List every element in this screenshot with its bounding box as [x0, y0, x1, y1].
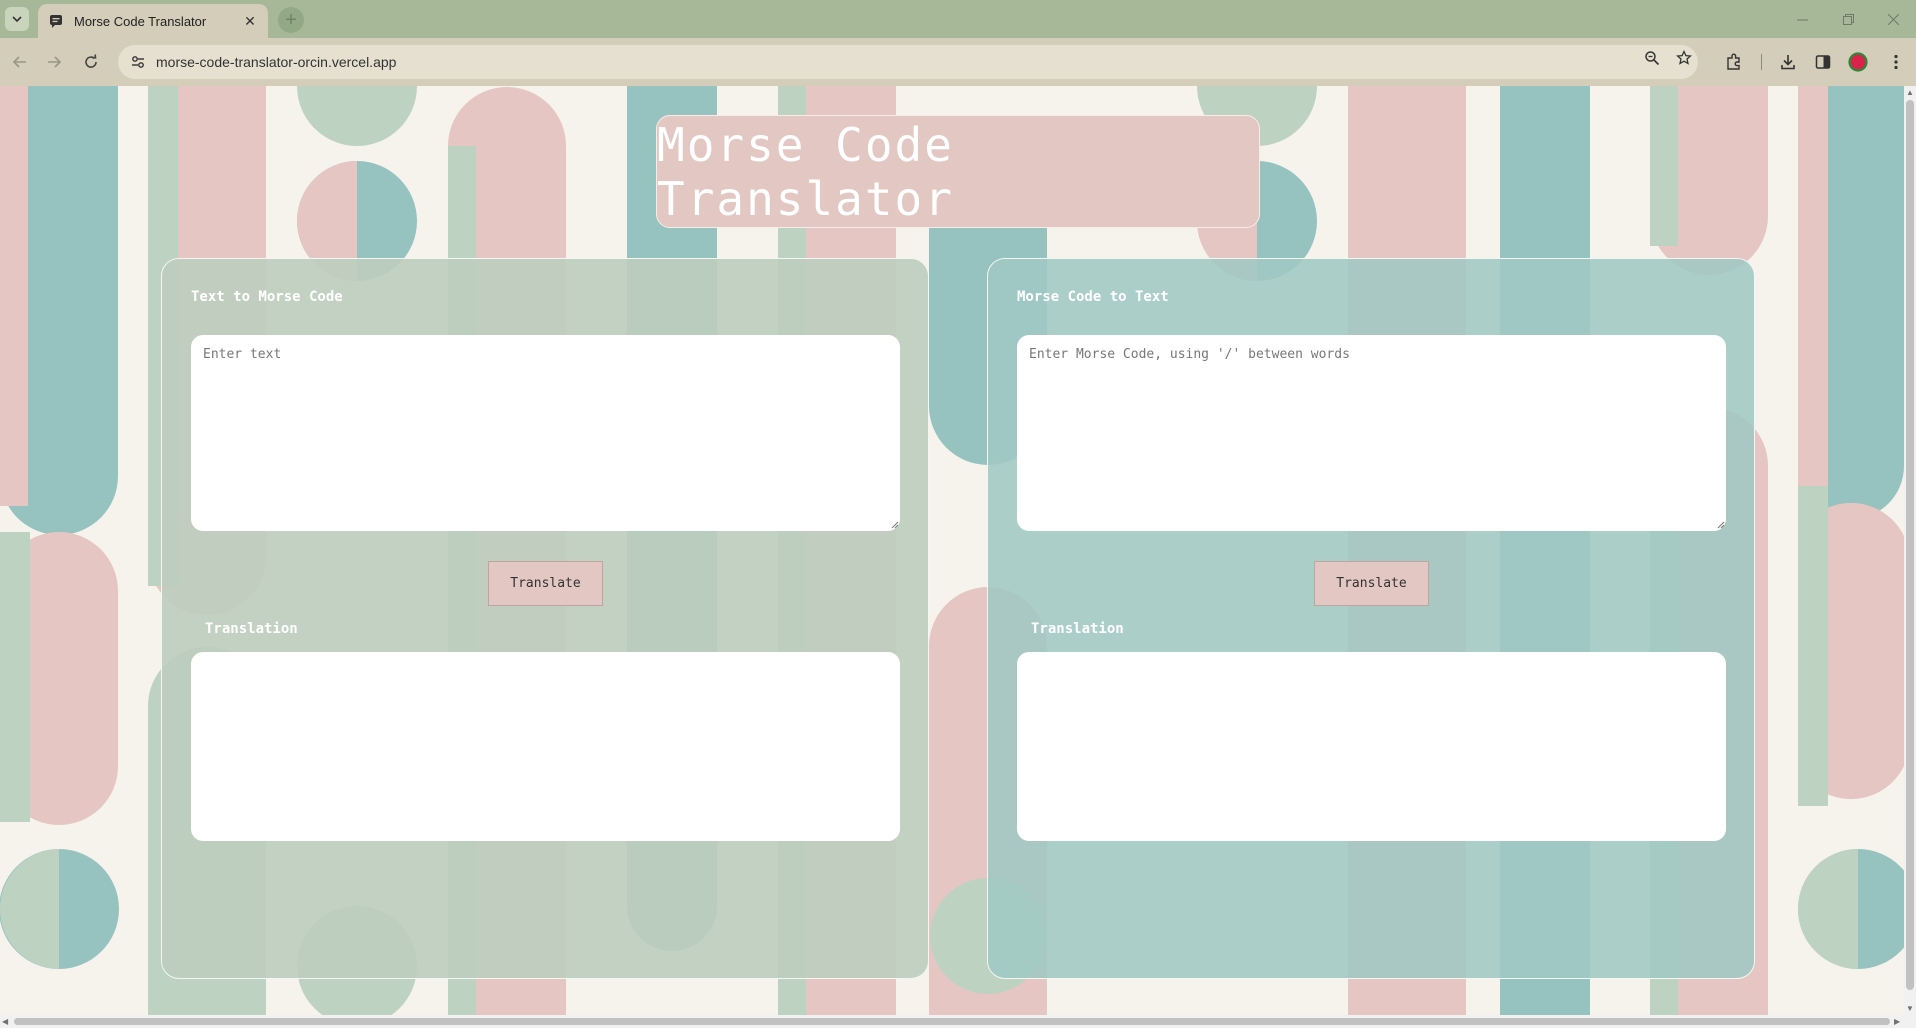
translation-label: Translation — [1031, 621, 1124, 637]
scroll-down-icon[interactable]: ▼ — [1906, 1004, 1914, 1013]
zoom-icon[interactable] — [1640, 46, 1664, 70]
site-settings-icon[interactable] — [128, 52, 148, 72]
page-title: Morse Code Translator — [657, 117, 954, 226]
browser-toolbar: morse-code-translator-orcin.vercel.app — [0, 38, 1916, 86]
scroll-right-icon[interactable]: ▶ — [1894, 1017, 1900, 1026]
extensions-icon[interactable] — [1722, 50, 1746, 74]
morse-output — [191, 652, 900, 841]
restore-icon[interactable] — [1825, 0, 1871, 38]
close-icon[interactable]: ✕ — [242, 13, 258, 29]
translate-morse-button[interactable]: Translate — [1314, 561, 1429, 606]
translation-label: Translation — [205, 621, 298, 637]
resize-handle-icon[interactable] — [889, 519, 899, 529]
menu-icon[interactable] — [1884, 50, 1908, 74]
toolbar-divider — [1761, 54, 1762, 70]
new-tab-button[interactable]: + — [278, 7, 304, 33]
text-input[interactable] — [191, 335, 900, 531]
vertical-scroll-thumb[interactable] — [1906, 100, 1914, 990]
address-bar[interactable]: morse-code-translator-orcin.vercel.app — [118, 45, 1698, 79]
text-output — [1017, 652, 1726, 841]
reload-icon[interactable] — [79, 50, 103, 74]
text-to-morse-heading: Text to Morse Code — [191, 289, 343, 305]
text-to-morse-panel: Text to Morse Code Translate Translation — [161, 258, 929, 979]
morse-to-text-heading: Morse Code to Text — [1017, 289, 1169, 305]
browser-tab-bar: Morse Code Translator ✕ + — [0, 0, 1916, 38]
app-title-box: Morse Code Translator — [656, 115, 1260, 228]
side-panel-icon[interactable] — [1811, 50, 1835, 74]
page-viewport: Morse Code Translator Text to Morse Code… — [0, 86, 1904, 1015]
tab-search-icon[interactable] — [5, 7, 29, 31]
resize-handle-icon[interactable] — [1715, 519, 1725, 529]
morse-input[interactable] — [1017, 335, 1726, 531]
forward-icon[interactable] — [42, 50, 66, 74]
profile-icon[interactable] — [1846, 50, 1870, 74]
scroll-left-icon[interactable]: ◀ — [2, 1017, 8, 1026]
url-text: morse-code-translator-orcin.vercel.app — [156, 54, 397, 70]
translate-text-button[interactable]: Translate — [488, 561, 603, 606]
window-close-icon[interactable] — [1870, 0, 1916, 38]
minimize-icon[interactable] — [1779, 0, 1825, 38]
back-icon[interactable] — [8, 50, 32, 74]
chat-favicon-icon — [48, 13, 64, 29]
morse-to-text-panel: Morse Code to Text Translate Translation — [987, 258, 1755, 979]
horizontal-scrollbar[interactable]: ◀ ▶ — [0, 1015, 1916, 1028]
browser-tab[interactable]: Morse Code Translator ✕ — [38, 4, 268, 38]
downloads-icon[interactable] — [1776, 50, 1800, 74]
vertical-scrollbar[interactable]: ▲ ▼ — [1904, 86, 1916, 1015]
horizontal-scroll-thumb[interactable] — [14, 1018, 1890, 1025]
scroll-up-icon[interactable]: ▲ — [1906, 88, 1914, 97]
bookmark-star-icon[interactable] — [1672, 46, 1696, 70]
tab-title: Morse Code Translator — [74, 13, 207, 29]
